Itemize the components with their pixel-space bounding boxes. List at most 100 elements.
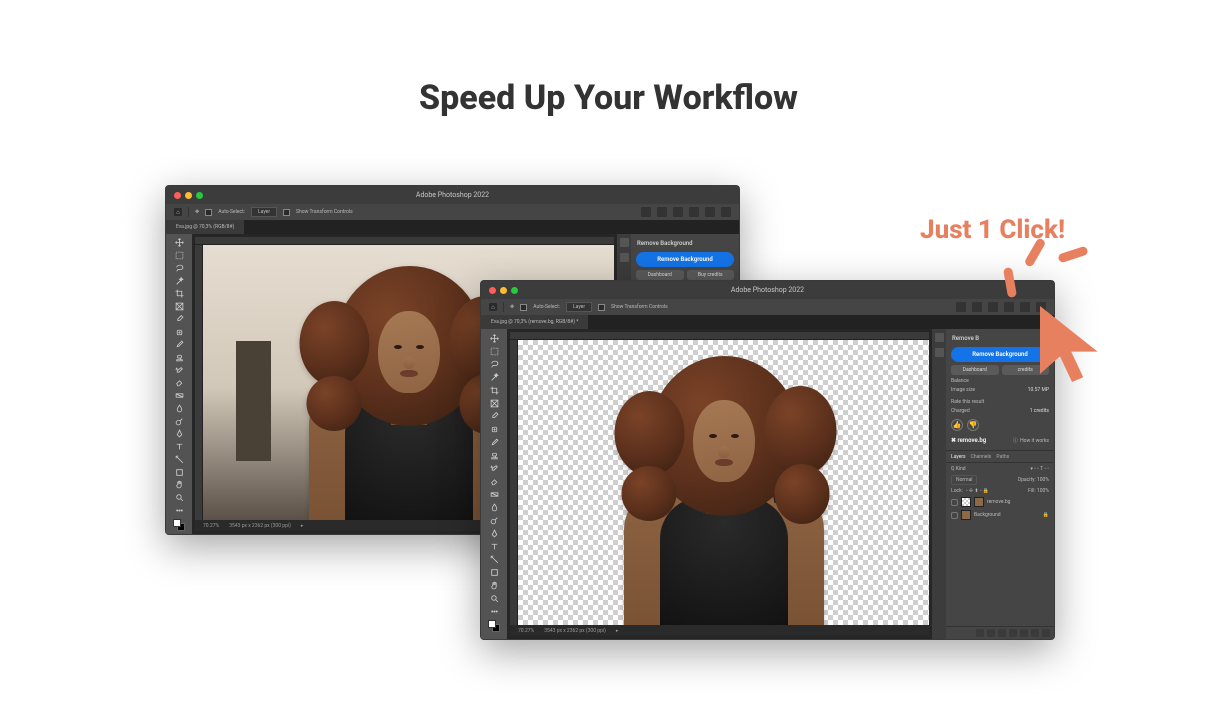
link-layers-icon[interactable] xyxy=(976,629,984,637)
edit-toolbar-icon[interactable] xyxy=(488,605,500,617)
auto-select-checkbox[interactable] xyxy=(520,304,527,311)
dodge-tool-icon[interactable] xyxy=(173,415,185,427)
ruler-horizontal[interactable] xyxy=(510,332,929,340)
zoom-tool-icon[interactable] xyxy=(173,492,185,504)
ruler-vertical[interactable] xyxy=(510,340,518,625)
zoom-level[interactable]: 70.27% xyxy=(203,523,219,529)
pen-tool-icon[interactable] xyxy=(173,428,185,440)
tools-panel[interactable] xyxy=(166,234,192,534)
brush-tool-icon[interactable] xyxy=(173,339,185,351)
align-icon[interactable] xyxy=(657,207,667,217)
home-icon[interactable]: ⌂ xyxy=(489,303,497,311)
buy-credits-button[interactable]: Buy credits xyxy=(687,270,735,280)
layers-panel-tabs[interactable]: Layers Channels Paths xyxy=(946,451,1054,463)
align-icon[interactable] xyxy=(972,302,982,312)
titlebar[interactable]: Adobe Photoshop 2022 xyxy=(481,281,1054,299)
buy-credits-button[interactable]: credits xyxy=(1002,365,1050,375)
thumbs-down-icon[interactable]: 👎 xyxy=(967,419,979,431)
mask-icon[interactable] xyxy=(998,629,1006,637)
path-tool-icon[interactable] xyxy=(488,553,500,565)
healing-tool-icon[interactable] xyxy=(173,326,185,338)
home-icon[interactable]: ⌂ xyxy=(174,208,182,216)
layer-row[interactable]: remove.bg xyxy=(951,497,1049,507)
search-icon[interactable] xyxy=(1036,302,1046,312)
visibility-icon[interactable] xyxy=(951,512,958,519)
type-tool-icon[interactable] xyxy=(488,540,500,552)
tab-layers[interactable]: Layers xyxy=(951,454,966,460)
remove-background-button[interactable]: Remove Background xyxy=(636,252,734,267)
align-icon[interactable] xyxy=(956,302,966,312)
auto-select-mode[interactable]: Layer xyxy=(251,207,277,217)
blend-mode[interactable]: Normal xyxy=(951,475,977,485)
dashboard-button[interactable]: Dashboard xyxy=(636,270,684,280)
lasso-tool-icon[interactable] xyxy=(488,358,500,370)
tab-paths[interactable]: Paths xyxy=(996,454,1009,460)
history-brush-icon[interactable] xyxy=(173,364,185,376)
document-tabs[interactable]: Eva.jpg @ 70,3% (RGB/8#) xyxy=(166,220,739,234)
edit-toolbar-icon[interactable] xyxy=(173,504,185,516)
lasso-tool-icon[interactable] xyxy=(173,262,185,274)
titlebar[interactable]: Adobe Photoshop 2022 xyxy=(166,186,739,204)
color-swatch[interactable] xyxy=(488,620,500,632)
eyedropper-tool-icon[interactable] xyxy=(488,410,500,422)
share-icon[interactable] xyxy=(1020,302,1030,312)
how-it-works-link[interactable]: ⓘ How it works xyxy=(1013,437,1049,444)
ruler-vertical[interactable] xyxy=(195,245,203,520)
marquee-tool-icon[interactable] xyxy=(173,250,185,262)
type-tool-icon[interactable] xyxy=(173,441,185,453)
trash-icon[interactable] xyxy=(1042,629,1050,637)
eraser-tool-icon[interactable] xyxy=(173,377,185,389)
pen-tool-icon[interactable] xyxy=(488,527,500,539)
frame-tool-icon[interactable] xyxy=(173,301,185,313)
color-swatch[interactable] xyxy=(173,519,185,531)
document-tab[interactable]: Eva.jpg @ 70,3% (remove.bg, RGB/8#) * xyxy=(481,315,589,329)
brush-tool-icon[interactable] xyxy=(488,436,500,448)
move-tool-icon[interactable] xyxy=(173,237,185,249)
layer-row[interactable]: Background🔒 xyxy=(951,510,1049,520)
ruler-horizontal[interactable] xyxy=(195,237,614,245)
collapsed-panels[interactable] xyxy=(932,329,946,639)
history-brush-icon[interactable] xyxy=(488,462,500,474)
stamp-tool-icon[interactable] xyxy=(488,449,500,461)
auto-select-checkbox[interactable] xyxy=(205,209,212,216)
search-icon[interactable] xyxy=(721,207,731,217)
thumbs-up-icon[interactable]: 👍 xyxy=(951,419,963,431)
layers-panel[interactable]: Q Kind▾ ▫ ▫ T ▫ ▫ NormalOpacity: 100% Lo… xyxy=(946,463,1054,523)
share-icon[interactable] xyxy=(705,207,715,217)
hand-tool-icon[interactable] xyxy=(488,579,500,591)
path-tool-icon[interactable] xyxy=(173,453,185,465)
align-icon[interactable] xyxy=(988,302,998,312)
tools-panel[interactable] xyxy=(481,329,507,639)
move-tool-icon[interactable]: ✥ xyxy=(510,304,514,310)
transform-checkbox[interactable] xyxy=(598,304,605,311)
healing-tool-icon[interactable] xyxy=(488,423,500,435)
auto-select-mode[interactable]: Layer xyxy=(566,302,592,312)
move-tool-icon[interactable] xyxy=(488,332,500,344)
frame-tool-icon[interactable] xyxy=(488,397,500,409)
align-icon[interactable] xyxy=(641,207,651,217)
hand-tool-icon[interactable] xyxy=(173,479,185,491)
blur-tool-icon[interactable] xyxy=(173,403,185,415)
document-tabs[interactable]: Eva.jpg @ 70,3% (remove.bg, RGB/8#) * xyxy=(481,315,1054,329)
mode-icon[interactable] xyxy=(1004,302,1014,312)
blur-tool-icon[interactable] xyxy=(488,501,500,513)
align-icon[interactable] xyxy=(673,207,683,217)
dodge-tool-icon[interactable] xyxy=(488,514,500,526)
gradient-tool-icon[interactable] xyxy=(173,390,185,402)
new-layer-icon[interactable] xyxy=(1031,629,1039,637)
visibility-icon[interactable] xyxy=(951,499,958,506)
crop-tool-icon[interactable] xyxy=(173,288,185,300)
shape-tool-icon[interactable] xyxy=(173,466,185,478)
wand-tool-icon[interactable] xyxy=(488,371,500,383)
stamp-tool-icon[interactable] xyxy=(173,352,185,364)
document-tab[interactable]: Eva.jpg @ 70,3% (RGB/8#) xyxy=(166,220,245,234)
mode-icon[interactable] xyxy=(689,207,699,217)
options-bar[interactable]: ⌂ ✥ Auto-Select: Layer Show Transform Co… xyxy=(481,299,1054,315)
tab-channels[interactable]: Channels xyxy=(971,454,992,460)
canvas[interactable] xyxy=(518,340,929,625)
gradient-tool-icon[interactable] xyxy=(488,488,500,500)
marquee-tool-icon[interactable] xyxy=(488,345,500,357)
zoom-tool-icon[interactable] xyxy=(488,592,500,604)
move-tool-icon[interactable]: ✥ xyxy=(195,209,199,215)
dashboard-button[interactable]: Dashboard xyxy=(951,365,999,375)
